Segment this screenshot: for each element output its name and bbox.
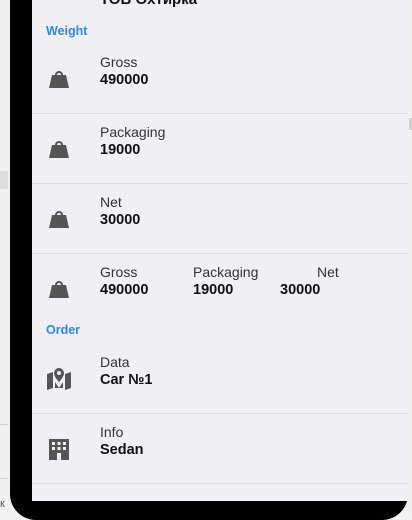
item-label: Net bbox=[100, 194, 122, 210]
item-value: 490000 bbox=[100, 72, 149, 88]
list-item-net[interactable]: Net 30000 bbox=[32, 184, 408, 254]
truncated-value: ТОВ Охтирка bbox=[100, 0, 197, 8]
item-value: Sedan bbox=[100, 442, 144, 458]
underlay-divider bbox=[0, 478, 8, 479]
list-item-weight-summary[interactable]: Gross 490000 Packaging 19000 Net 30000 bbox=[32, 254, 408, 324]
section-header-order: Order bbox=[46, 323, 81, 337]
summary-col-net: Net 30000 bbox=[280, 264, 339, 298]
list-item-packaging[interactable]: Packaging 19000 bbox=[32, 114, 408, 184]
item-label: Packaging bbox=[193, 264, 259, 280]
item-label: Gross bbox=[100, 54, 138, 70]
list-item-info[interactable]: Info Sedan bbox=[32, 414, 408, 484]
item-value: 19000 bbox=[100, 142, 141, 158]
weight-icon bbox=[49, 141, 69, 158]
weight-icon bbox=[49, 71, 69, 88]
item-label: Info bbox=[100, 424, 124, 440]
underlay-text: к bbox=[0, 498, 5, 510]
list-item-gross[interactable]: Gross 490000 bbox=[32, 44, 408, 114]
item-value: 490000 bbox=[100, 282, 149, 298]
summary-col-gross: Gross 490000 bbox=[100, 264, 148, 298]
building-icon bbox=[49, 439, 69, 460]
underlay-strip bbox=[0, 171, 8, 189]
phone-frame: ТОВ Охтирка Weight Gross 490000 Packagin… bbox=[10, 0, 408, 520]
item-label: Packaging bbox=[100, 124, 166, 140]
summary-col-packaging: Packaging 19000 bbox=[193, 264, 258, 298]
screen[interactable]: ТОВ Охтирка Weight Gross 490000 Packagin… bbox=[32, 0, 408, 501]
map-marker-icon bbox=[47, 368, 71, 390]
item-label: Net bbox=[317, 264, 339, 280]
weight-icon bbox=[49, 211, 69, 228]
list-item-data[interactable]: Data Car №1 bbox=[32, 344, 408, 414]
item-label: Gross bbox=[100, 264, 138, 280]
item-value: 19000 bbox=[193, 282, 234, 298]
item-value: 30000 bbox=[100, 212, 141, 228]
underlay-divider bbox=[0, 424, 8, 425]
item-value: Car №1 bbox=[100, 372, 153, 388]
item-value: 30000 bbox=[280, 282, 321, 298]
phone-bottom-bezel bbox=[22, 501, 398, 511]
weight-icon bbox=[49, 281, 69, 298]
section-header-weight: Weight bbox=[46, 24, 88, 38]
item-label: Data bbox=[100, 354, 130, 370]
